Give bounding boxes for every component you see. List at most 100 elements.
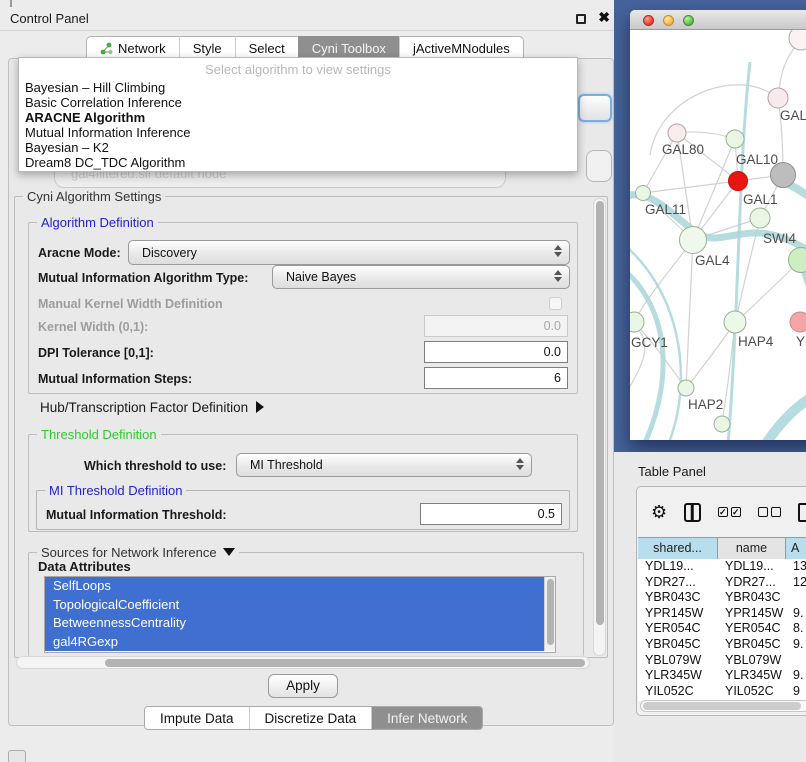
- node-label: GAL10: [736, 152, 778, 167]
- settings-vertical-thumb[interactable]: [596, 201, 604, 625]
- table-horizontal-thumb[interactable]: [643, 702, 801, 710]
- algorithm-combo-focused[interactable]: [578, 94, 612, 122]
- mi-threshold-field[interactable]: 0.5: [420, 503, 562, 525]
- control-panel-titlebar: Control Panel ✖: [0, 8, 622, 31]
- algorithm-menu-item[interactable]: ARACNE Algorithm: [19, 110, 577, 125]
- table-row[interactable]: YER054C YER054C 8.: [638, 621, 806, 637]
- cell-shared-name: YDR27...: [638, 575, 718, 591]
- apply-button[interactable]: Apply: [268, 674, 338, 698]
- network-view-window: GALGAL80GAL10GAL1GAL11SWI4GAL4GCY1HAP4YH…: [630, 10, 806, 440]
- attributes-scrollbar[interactable]: [544, 577, 555, 651]
- minimize-traffic-light[interactable]: [663, 15, 674, 26]
- tab-infer-network[interactable]: Infer Network: [371, 707, 482, 729]
- algorithm-definition-title: Algorithm Definition: [37, 215, 158, 230]
- table-toolbar: ⚙ ✓✓: [637, 493, 806, 531]
- table-row[interactable]: YBL079W YBL079W: [638, 653, 806, 669]
- cell-name: YPR145W: [718, 606, 786, 622]
- attribute-item-selected[interactable]: gal4RGexp: [45, 633, 555, 652]
- attribute-item-selected[interactable]: BetweennessCentrality: [45, 614, 555, 633]
- network-node[interactable]: [680, 227, 707, 254]
- show-columns-icon[interactable]: ✓✓: [718, 507, 741, 517]
- dpi-tolerance-label: DPI Tolerance [0,1]:: [38, 346, 154, 360]
- network-window-titlebar[interactable]: [630, 10, 806, 30]
- cell-value: 12: [786, 575, 806, 591]
- network-node[interactable]: [768, 88, 788, 108]
- sources-group-title[interactable]: Sources for Network Inference: [37, 545, 239, 560]
- network-node[interactable]: [789, 30, 806, 50]
- table-row[interactable]: YLR345W YLR345W 9.: [638, 668, 806, 684]
- mi-threshold-label: Mutual Information Threshold:: [46, 508, 227, 522]
- algorithm-menu-prompt: Select algorithm to view settings: [19, 58, 577, 80]
- algorithm-menu-item[interactable]: Dream8 DC_TDC Algorithm: [19, 155, 577, 170]
- split-columns-icon[interactable]: [684, 503, 701, 522]
- dpi-tolerance-field[interactable]: 0.0: [424, 341, 568, 363]
- network-node[interactable]: [714, 416, 730, 432]
- close-traffic-light[interactable]: [643, 15, 654, 26]
- cell-shared-name: YPR145W: [638, 606, 718, 622]
- column-header-name[interactable]: name: [718, 537, 786, 560]
- column-header-partial[interactable]: A: [786, 537, 806, 560]
- kernel-width-field[interactable]: 0.0: [424, 315, 568, 337]
- settings-vertical-scrollbar[interactable]: [593, 198, 606, 656]
- attributes-scrollbar-thumb[interactable]: [547, 579, 554, 645]
- cell-shared-name: YBR045C: [638, 637, 718, 653]
- partially-hidden-control[interactable]: [586, 150, 612, 182]
- tab-jactivemnodules[interactable]: jActiveMNodules: [399, 36, 524, 59]
- network-node[interactable]: [750, 208, 770, 228]
- tab-select[interactable]: Select: [235, 36, 298, 59]
- algorithm-menu-item[interactable]: Basic Correlation Inference: [19, 95, 577, 110]
- aracne-mode-combo[interactable]: Discovery: [128, 240, 570, 265]
- data-attributes-list: SelfLoops TopologicalCoefficient Between…: [44, 576, 556, 653]
- table-horizontal-scrollbar[interactable]: [640, 700, 806, 712]
- which-threshold-label: Which threshold to use:: [84, 459, 226, 473]
- node-label: GAL11: [645, 202, 686, 217]
- manual-kernel-checkbox[interactable]: [549, 297, 562, 310]
- table-row[interactable]: YDR27... YDR27... 12: [638, 575, 806, 591]
- attribute-item-selected[interactable]: SelfLoops: [45, 577, 555, 596]
- zoom-traffic-light[interactable]: [683, 15, 694, 26]
- tab-impute-data[interactable]: Impute Data: [145, 707, 249, 729]
- minimized-panel-icon[interactable]: [8, 750, 26, 762]
- cell-value: [786, 653, 806, 669]
- table-row[interactable]: YBR045C YBR045C 9.: [638, 637, 806, 653]
- mi-steps-field[interactable]: 6: [424, 367, 568, 389]
- which-threshold-value: MI Threshold: [250, 458, 323, 472]
- tab-discretize-data[interactable]: Discretize Data: [249, 707, 372, 729]
- settings-horizontal-thumb[interactable]: [105, 659, 585, 667]
- table-row[interactable]: YIL052C YIL052C 9: [638, 684, 806, 700]
- document-icon[interactable]: [798, 503, 806, 522]
- cell-value: 9.: [786, 637, 806, 653]
- close-icon[interactable]: ✖: [598, 9, 610, 26]
- aracne-mode-value: Discovery: [142, 246, 197, 260]
- gear-icon[interactable]: ⚙: [651, 503, 667, 521]
- network-node[interactable]: [729, 172, 748, 191]
- float-panel-icon[interactable]: [576, 14, 586, 24]
- network-node[interactable]: [668, 124, 686, 142]
- table-row[interactable]: YBR043C YBR043C: [638, 590, 806, 606]
- settings-horizontal-scrollbar[interactable]: [16, 656, 590, 669]
- column-header-shared-name[interactable]: shared...: [638, 537, 718, 560]
- table-row[interactable]: YPR145W YPR145W 9.: [638, 606, 806, 622]
- network-node[interactable]: [630, 312, 644, 332]
- hub-definition-toggle[interactable]: Hub/Transcription Factor Definition: [40, 400, 264, 415]
- algorithm-menu-item[interactable]: Bayesian – Hill Climbing: [19, 80, 577, 95]
- hide-columns-icon[interactable]: [758, 507, 781, 517]
- table-body: YDL19... YDL19... 13 YDR27... YDR27... 1…: [638, 559, 806, 701]
- algorithm-menu-item[interactable]: Bayesian – K2: [19, 140, 577, 155]
- tab-style[interactable]: Style: [179, 36, 235, 59]
- tab-cyni-toolbox[interactable]: Cyni Toolbox: [298, 36, 399, 59]
- network-node[interactable]: [726, 130, 744, 148]
- network-node[interactable]: [636, 186, 651, 201]
- algorithm-menu-item[interactable]: Mutual Information Inference: [19, 125, 577, 140]
- network-node[interactable]: [790, 312, 806, 332]
- mi-type-combo[interactable]: Naive Bayes: [272, 265, 570, 289]
- attribute-item-selected[interactable]: TopologicalCoefficient: [45, 596, 555, 615]
- table-row[interactable]: YDL19... YDL19... 13: [638, 559, 806, 575]
- tab-network[interactable]: Network: [86, 36, 179, 59]
- cell-value: 9.: [786, 606, 806, 622]
- network-node[interactable]: [678, 380, 694, 396]
- network-node[interactable]: [724, 311, 746, 333]
- network-canvas[interactable]: GALGAL80GAL10GAL1GAL11SWI4GAL4GCY1HAP4YH…: [630, 30, 806, 440]
- which-threshold-combo[interactable]: MI Threshold: [236, 453, 532, 477]
- mi-type-label: Mutual Information Algorithm Type:: [38, 271, 248, 285]
